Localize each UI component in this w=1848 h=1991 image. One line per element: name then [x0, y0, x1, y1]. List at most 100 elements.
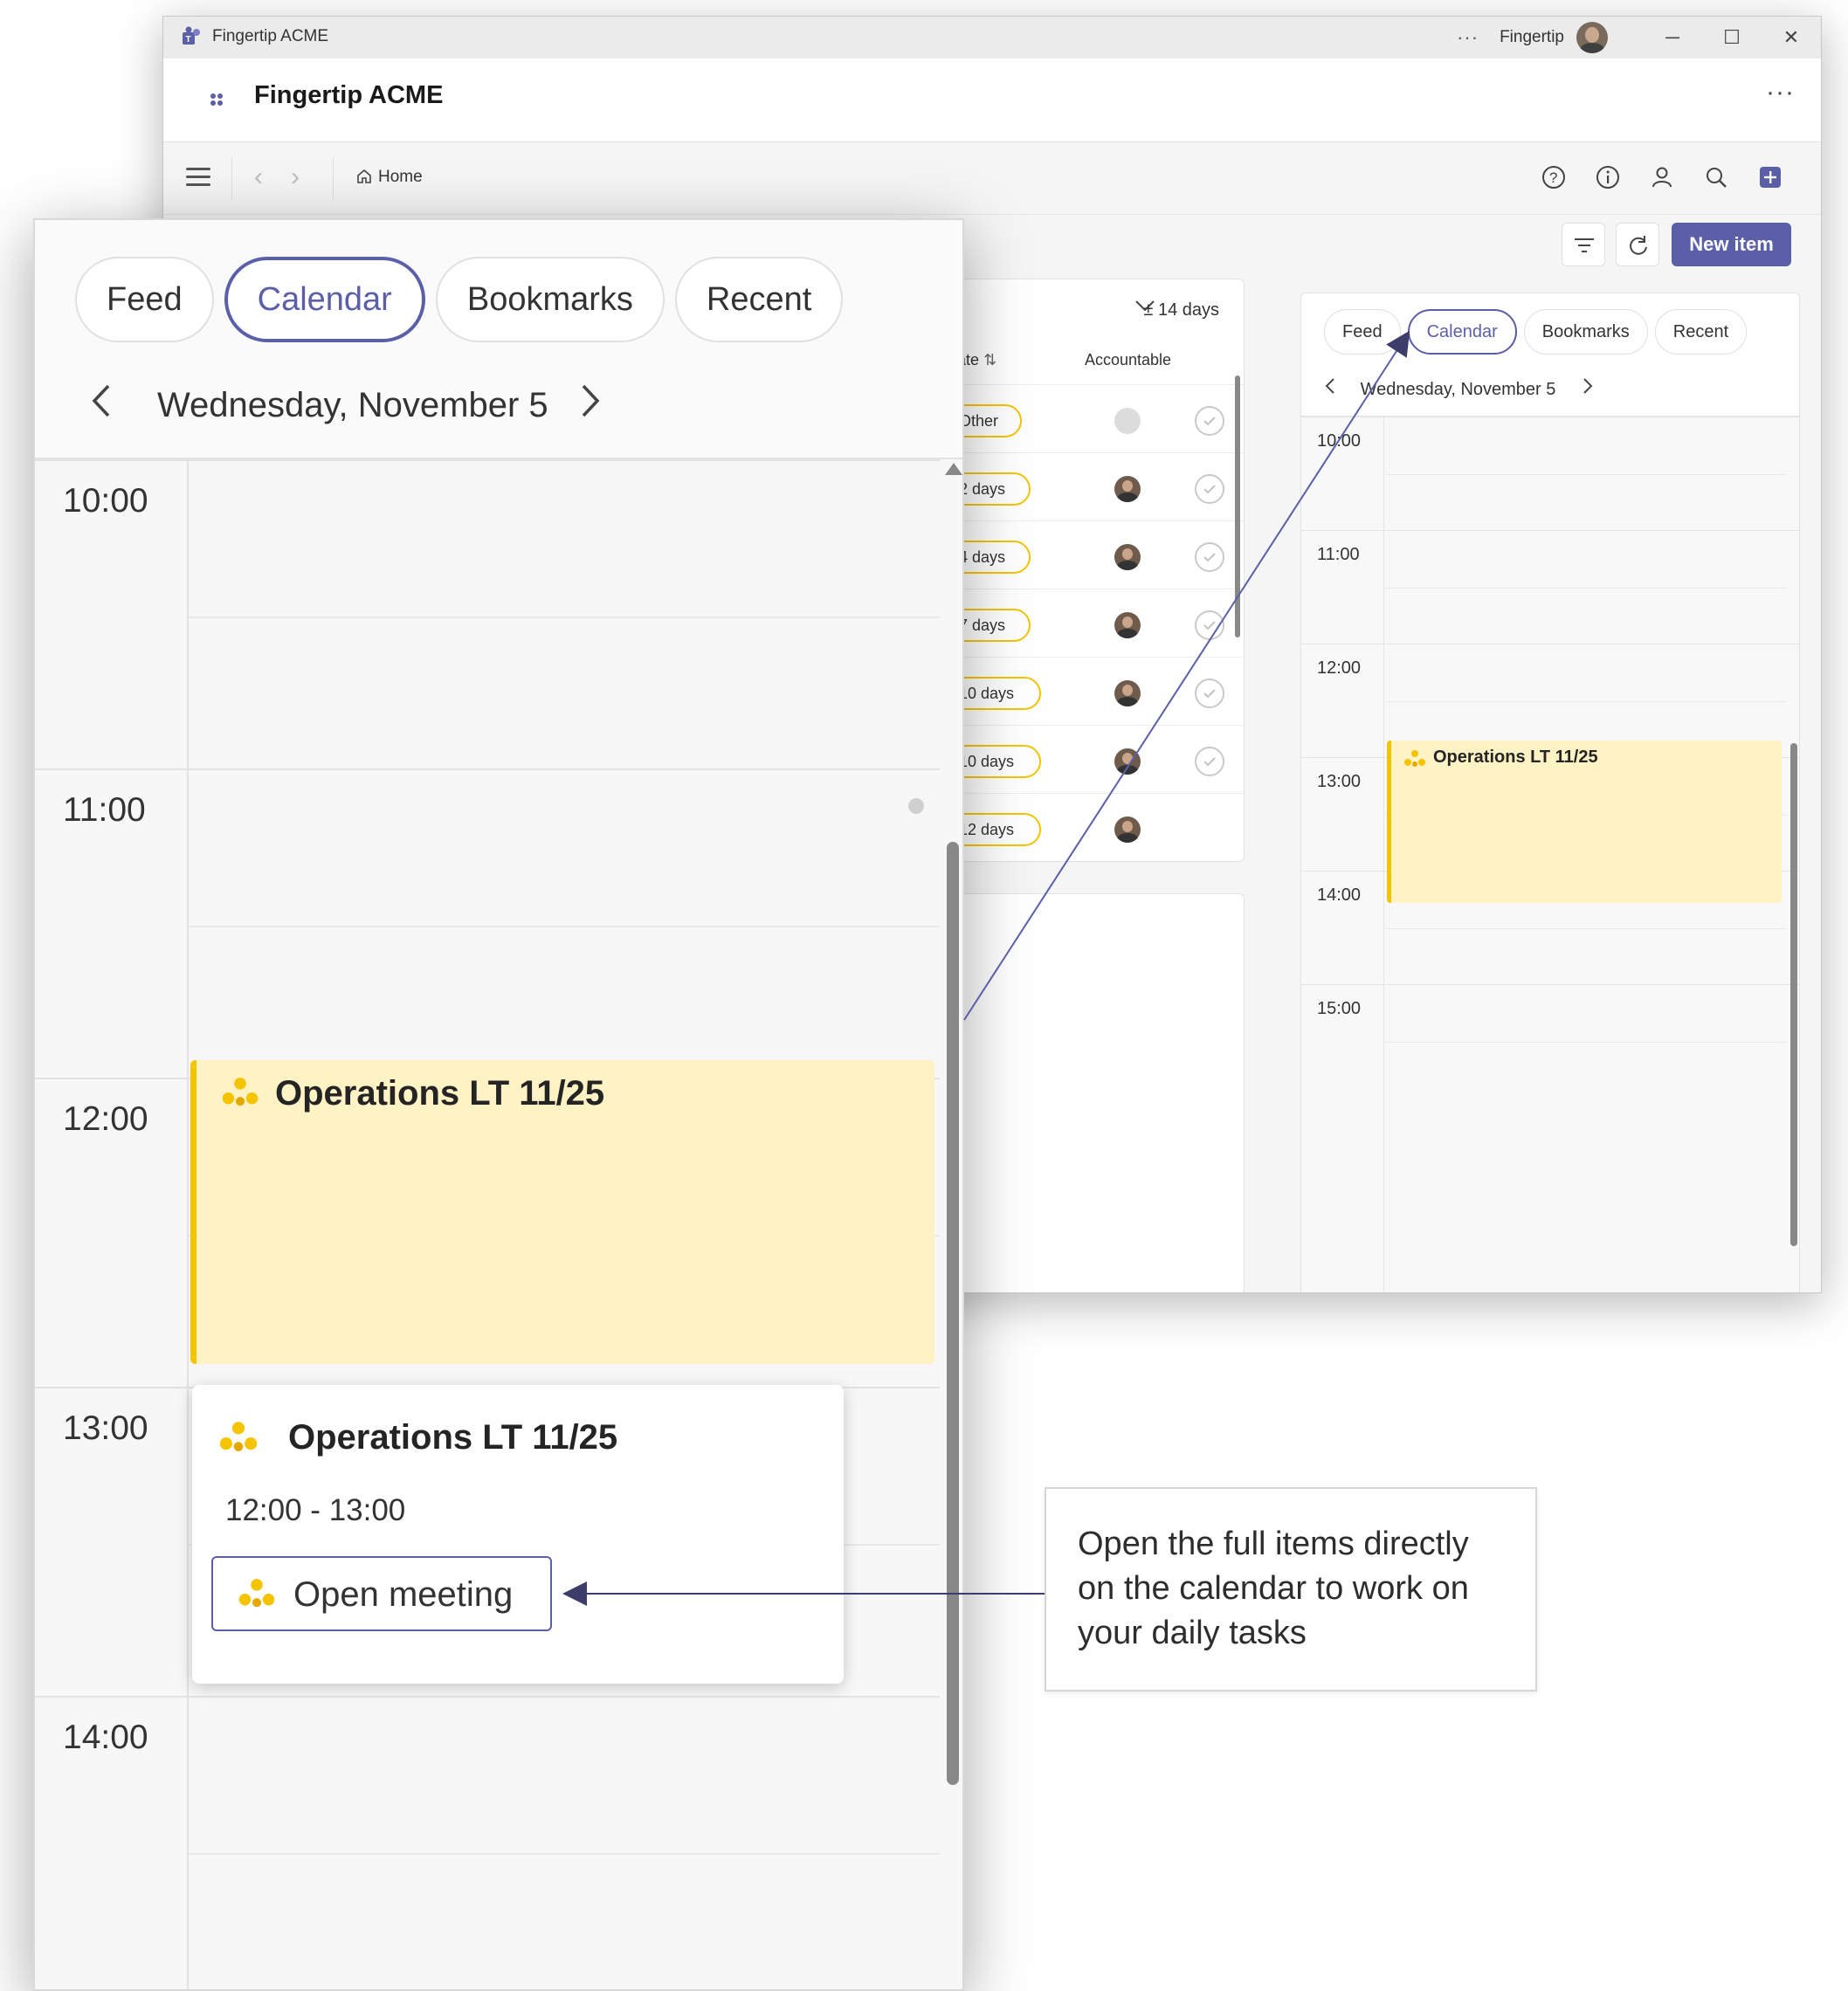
filter-icon [1575, 238, 1594, 252]
next-day-button[interactable] [1582, 378, 1594, 399]
list-item[interactable]: 4 days [948, 520, 1244, 589]
meeting-icon [219, 1422, 258, 1451]
next-day-button[interactable] [578, 381, 604, 431]
hour-slot[interactable]: 15:00 [1301, 984, 1799, 1098]
complete-checkbox[interactable] [1195, 679, 1224, 708]
prev-day-button[interactable] [1324, 378, 1341, 399]
hour-slot[interactable]: 11:00 [1301, 530, 1799, 644]
hour-label: 10:00 [1317, 431, 1362, 451]
hour-slot[interactable]: 14:00 [35, 1696, 940, 1989]
date-range-filter[interactable]: ± 14 days [1143, 300, 1219, 320]
tab-bookmarks[interactable]: Bookmarks [435, 257, 665, 342]
tab-feed[interactable]: Feed [75, 257, 214, 342]
avatar[interactable] [1576, 22, 1608, 53]
avatar[interactable] [1114, 544, 1141, 570]
event-popup-card: Operations LT 11/25 12:00 - 13:00 Open m… [192, 1385, 844, 1684]
list-item[interactable]: 12 days [948, 793, 1244, 861]
filter-button[interactable] [1562, 223, 1605, 266]
navigation-bar: ‹ › Home ? [163, 143, 1821, 215]
title-bar: T Fingertip ACME ··· Fingertip ─ ☐ ✕ [163, 17, 1821, 59]
complete-checkbox[interactable] [1195, 747, 1224, 776]
hour-slot[interactable]: 11:00 [35, 768, 940, 1077]
help-icon[interactable]: ? [1541, 164, 1567, 190]
window-title: Fingertip ACME [212, 27, 329, 45]
minimize-button[interactable]: ─ [1643, 26, 1702, 49]
prev-day-button[interactable] [87, 381, 114, 431]
date-navigator: Wednesday, November 5 [1324, 377, 1594, 400]
hour-slot[interactable]: 10:00 [35, 459, 940, 768]
info-icon[interactable] [1595, 164, 1621, 190]
avatar[interactable] [1114, 612, 1141, 638]
avatar[interactable] [1114, 680, 1141, 706]
event-title: Operations LT 11/25 [275, 1074, 605, 1113]
calendar-scrollbar[interactable] [1790, 743, 1797, 1246]
check-icon [1203, 689, 1216, 699]
add-icon[interactable] [1757, 164, 1783, 190]
list-scrollbar[interactable] [1235, 375, 1240, 637]
search-icon[interactable] [1703, 164, 1729, 190]
hamburger-menu-icon[interactable] [186, 168, 210, 191]
complete-checkbox[interactable] [1195, 610, 1224, 640]
check-icon [1203, 553, 1216, 562]
check-icon [1203, 417, 1216, 426]
tab-bookmarks[interactable]: Bookmarks [1523, 309, 1648, 355]
avatar[interactable] [1114, 748, 1141, 775]
popup-time: 12:00 - 13:00 [225, 1493, 406, 1527]
hour-label: 12:00 [1317, 658, 1362, 678]
user-name: Fingertip [1500, 28, 1564, 46]
scroll-up-arrow[interactable] [945, 463, 962, 475]
complete-checkbox[interactable] [1195, 474, 1224, 504]
avatar[interactable] [1114, 476, 1141, 502]
complete-checkbox[interactable] [1195, 406, 1224, 436]
list-item[interactable]: 2 days [948, 452, 1244, 520]
hour-label: 11:00 [1317, 545, 1360, 564]
breadcrumb-home[interactable]: Home [378, 168, 423, 187]
hour-label: 10:00 [63, 482, 148, 520]
list-item[interactable]: 10 days [948, 657, 1244, 725]
tab-calendar[interactable]: Calendar [224, 257, 425, 342]
close-button[interactable]: ✕ [1762, 26, 1821, 49]
complete-checkbox[interactable] [1195, 542, 1224, 572]
lower-panel [948, 893, 1245, 1292]
svg-text:T: T [186, 35, 191, 45]
open-meeting-button[interactable]: Open meeting [211, 1556, 552, 1631]
list-item[interactable]: 7 days [948, 589, 1244, 657]
tab-feed[interactable]: Feed [1324, 309, 1401, 355]
refresh-button[interactable] [1616, 223, 1659, 266]
forward-button[interactable]: › [291, 162, 300, 192]
maximize-button[interactable]: ☐ [1702, 26, 1762, 49]
zoomed-calendar-panel: Feed Calendar Bookmarks Recent Wednesday, N… [33, 218, 964, 1991]
hour-label: 12:00 [63, 1100, 148, 1138]
meeting-icon [1404, 750, 1425, 767]
tab-recent[interactable]: Recent [674, 257, 844, 342]
app-grid-icon[interactable] [207, 90, 226, 109]
tab-calendar[interactable]: Calendar [1407, 309, 1517, 355]
hour-label: 13:00 [63, 1409, 148, 1447]
app-more-button[interactable]: ··· [1766, 78, 1795, 107]
hour-label: 14:00 [1317, 885, 1362, 905]
hour-label: 15:00 [1317, 999, 1362, 1018]
current-date: Wednesday, November 5 [157, 386, 548, 424]
open-meeting-label: Open meeting [293, 1575, 514, 1614]
calendar-event[interactable]: Operations LT 11/25 [190, 1060, 934, 1364]
hour-label: 13:00 [1317, 772, 1362, 791]
check-icon [1203, 757, 1216, 767]
avatar[interactable] [1114, 408, 1141, 434]
column-header-accountable[interactable]: Accountable [1085, 351, 1171, 369]
svg-text:?: ? [1549, 169, 1557, 186]
event-title: Operations LT 11/25 [1433, 747, 1598, 767]
list-item[interactable]: Other [948, 384, 1244, 452]
new-item-button[interactable]: New item [1672, 223, 1791, 266]
more-options-button[interactable]: ··· [1457, 26, 1479, 49]
list-item[interactable]: 10 days [948, 725, 1244, 793]
calendar-scrollbar[interactable] [947, 842, 959, 1785]
person-icon[interactable] [1649, 164, 1675, 190]
day-view: 10:00 11:00 12:00 13:00 14:00 15:00 Operation… [1301, 416, 1799, 1292]
hour-slot[interactable]: 10:00 [1301, 417, 1799, 530]
back-button[interactable]: ‹ [254, 162, 263, 192]
scroll-indicator [908, 798, 924, 814]
calendar-event[interactable]: Operations LT 11/25 [1387, 741, 1782, 903]
tab-recent[interactable]: Recent [1654, 309, 1748, 355]
avatar[interactable] [1114, 816, 1141, 843]
sort-icon: ⇅ [983, 351, 997, 369]
